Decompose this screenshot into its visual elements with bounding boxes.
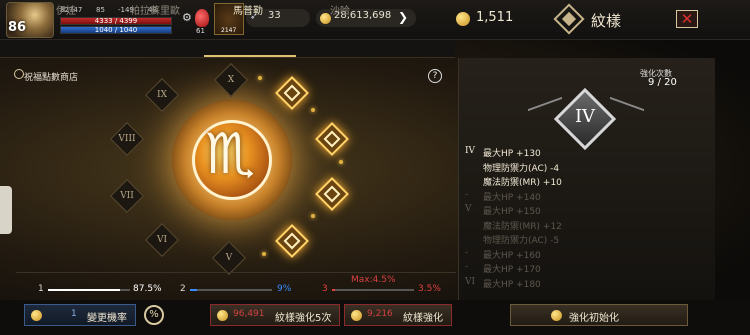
stat-line: 最大HP +150 <box>483 207 541 217</box>
path-dot <box>262 252 266 256</box>
stat-line: 最大HP +140 <box>483 192 541 203</box>
node-label-ix: IX <box>157 90 167 100</box>
node-label-x: X <box>227 75 235 85</box>
special-gold-icon <box>456 12 470 26</box>
stat-line: 最大HP +160 <box>483 250 541 261</box>
stat-line: 最大HP +170 <box>483 265 541 275</box>
close-button[interactable]: ✕ <box>676 10 698 28</box>
stat-tier: IV <box>465 146 476 156</box>
stat-line: 物理防禦力(AC) -4 <box>483 163 560 174</box>
scorpion-icon: ♏ <box>205 122 256 187</box>
coin-icon <box>551 310 562 321</box>
coin-icon <box>217 310 228 321</box>
node-label-vi: VI <box>156 235 168 245</box>
stat-tier: VI <box>465 276 476 287</box>
mp-text: 1040 / 1040 <box>94 26 138 34</box>
strengthen-5x-button[interactable]: 96,491 紋樣強化5次 <box>210 304 340 326</box>
item-slot-count: 2147 <box>221 27 237 34</box>
tier-badge-numeral: IV <box>574 106 596 127</box>
potion-count: 61 <box>196 27 205 35</box>
slider-3-fill <box>332 289 335 291</box>
help-button[interactable]: ? <box>428 69 442 83</box>
hp-text: 4333 / 4399 <box>94 17 138 25</box>
strengthen-cost: 9,216 <box>367 309 393 319</box>
tab-maphr[interactable]: 馬普勒 <box>233 2 263 17</box>
tab-eva[interactable]: 伊娃 <box>56 2 76 17</box>
path-dot <box>339 160 343 164</box>
special-gold-amount: 1,511 <box>476 10 514 25</box>
slider-2-value: 9% <box>277 284 292 294</box>
path-dot <box>258 76 262 80</box>
stat-tier: V <box>465 204 472 214</box>
slider-2-track[interactable] <box>190 289 272 291</box>
stat-b: 85 <box>96 6 105 14</box>
stat-line: 物理防禦力(AC) -5 <box>483 236 560 246</box>
reset-enhancement-button[interactable]: 強化初始化 <box>510 304 688 326</box>
max-probability-note: Max:4.5% <box>351 275 396 285</box>
stat-line: 最大HP +180 <box>483 279 541 290</box>
change-rate-label: 變更機率 <box>87 313 127 324</box>
node-label-viii: VIII <box>118 134 136 144</box>
strengthen-label: 紋樣強化 <box>403 313 443 324</box>
slider-2-fill <box>190 289 197 291</box>
tab-paagrio[interactable]: 帕拉蘇里歐 <box>130 2 180 17</box>
stat-line: 魔法防禦(MR) +12 <box>483 221 562 232</box>
slider-3-label: 3 <box>322 284 328 294</box>
app-window: 86 82747 85 -149 48 4333 / 4399 1040 / 1… <box>0 0 750 335</box>
hp-bar: 4333 / 4399 <box>60 17 172 25</box>
tab-shilen[interactable]: 沙哈 <box>330 2 350 17</box>
slider-2-label: 2 <box>180 284 186 294</box>
stat-tier: - <box>465 247 469 258</box>
chevron-right-icon[interactable]: ❯ <box>398 10 408 24</box>
change-rate-button[interactable]: 1 變更機率 <box>24 304 136 326</box>
stat-line: 魔法防禦(MR) +10 <box>483 178 562 188</box>
stat-tier: - <box>465 262 469 272</box>
node-label-vii: VII <box>120 191 134 201</box>
page-title: 紋樣 <box>591 12 622 30</box>
blessing-shop-link[interactable]: 祝福點數商店 <box>24 70 78 83</box>
strengthen-5x-cost: 96,491 <box>233 309 265 319</box>
reset-enhancement-label: 強化初始化 <box>569 313 619 324</box>
slider-1-value: 87.5% <box>133 284 162 294</box>
node-label-v: V <box>225 253 233 263</box>
mp-bar: 1040 / 1040 <box>60 26 172 34</box>
coin-icon <box>351 310 362 321</box>
path-dot <box>311 214 315 218</box>
character-level: 86 <box>8 20 27 35</box>
side-drawer-handle[interactable] <box>0 186 12 234</box>
strengthen-button[interactable]: 9,216 紋樣強化 <box>344 304 452 326</box>
path-dot <box>311 108 315 112</box>
stat-tier: - <box>465 189 469 200</box>
slider-1-label: 1 <box>38 284 44 294</box>
enhance-count-value: 9 / 20 <box>648 77 677 88</box>
shop-icon <box>14 69 24 79</box>
gear-icon[interactable]: ⚙ <box>182 11 192 24</box>
active-tab-indicator <box>204 55 296 57</box>
potion-icon[interactable] <box>195 9 209 27</box>
change-rate-count: 1 <box>71 309 77 319</box>
stat-line: 最大HP +130 <box>483 149 541 159</box>
percent-icon[interactable]: % <box>144 305 164 325</box>
strengthen-5x-label: 紋樣強化5次 <box>275 313 332 324</box>
coin-icon <box>31 310 42 321</box>
slider-3-track[interactable] <box>332 289 414 291</box>
slider-1-fill <box>48 289 120 291</box>
slider-3-value: 3.5% <box>418 284 441 294</box>
wing-amount: 33 <box>268 10 281 21</box>
